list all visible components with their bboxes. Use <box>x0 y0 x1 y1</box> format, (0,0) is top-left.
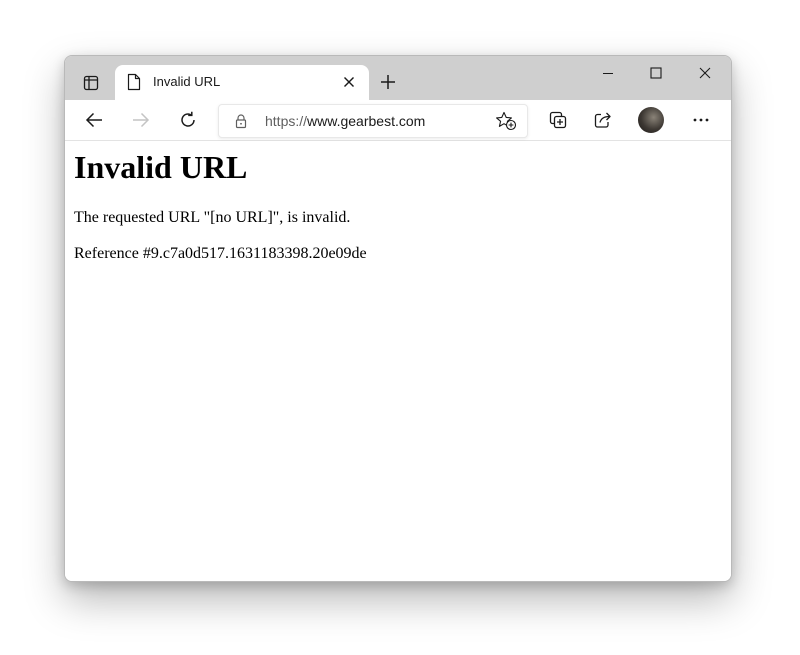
collections-button[interactable] <box>543 106 573 134</box>
url-host: www.gearbest.com <box>307 113 426 129</box>
close-window-icon[interactable] <box>683 62 727 84</box>
tab-actions-icon[interactable] <box>77 72 105 94</box>
more-icon <box>691 117 711 123</box>
star-add-icon[interactable] <box>495 111 517 131</box>
page-content: Invalid URL The requested URL "[no URL]"… <box>65 141 731 581</box>
minimize-icon[interactable] <box>586 62 630 84</box>
page-icon <box>126 73 142 91</box>
avatar[interactable] <box>638 107 664 133</box>
back-button[interactable] <box>79 106 109 134</box>
share-button[interactable] <box>588 106 618 134</box>
maximize-icon[interactable] <box>634 62 678 84</box>
browser-window: Invalid URL https://www.gearbest.com Inv… <box>64 55 732 582</box>
toolbar: https://www.gearbest.com <box>65 100 731 141</box>
url-text: https://www.gearbest.com <box>265 113 425 129</box>
arrow-right-icon <box>131 110 151 130</box>
more-button[interactable] <box>686 106 716 134</box>
forward-button[interactable] <box>126 106 156 134</box>
title-bar: Invalid URL <box>65 56 731 100</box>
refresh-button[interactable] <box>173 106 203 134</box>
refresh-icon <box>178 110 198 130</box>
reference-id: Reference #9.c7a0d517.1631183398.20e09de <box>74 245 367 262</box>
address-bar[interactable]: https://www.gearbest.com <box>218 104 528 138</box>
collections-icon <box>548 110 568 130</box>
lock-icon[interactable] <box>233 113 249 129</box>
close-icon[interactable] <box>341 74 357 90</box>
share-icon <box>593 110 613 130</box>
plus-icon[interactable] <box>375 71 401 93</box>
error-message: The requested URL "[no URL]", is invalid… <box>74 209 351 226</box>
url-protocol: https:// <box>265 113 308 129</box>
tab-active[interactable]: Invalid URL <box>115 65 369 100</box>
tab-title: Invalid URL <box>153 74 221 89</box>
page-title: Invalid URL <box>74 149 248 185</box>
arrow-left-icon <box>84 110 104 130</box>
